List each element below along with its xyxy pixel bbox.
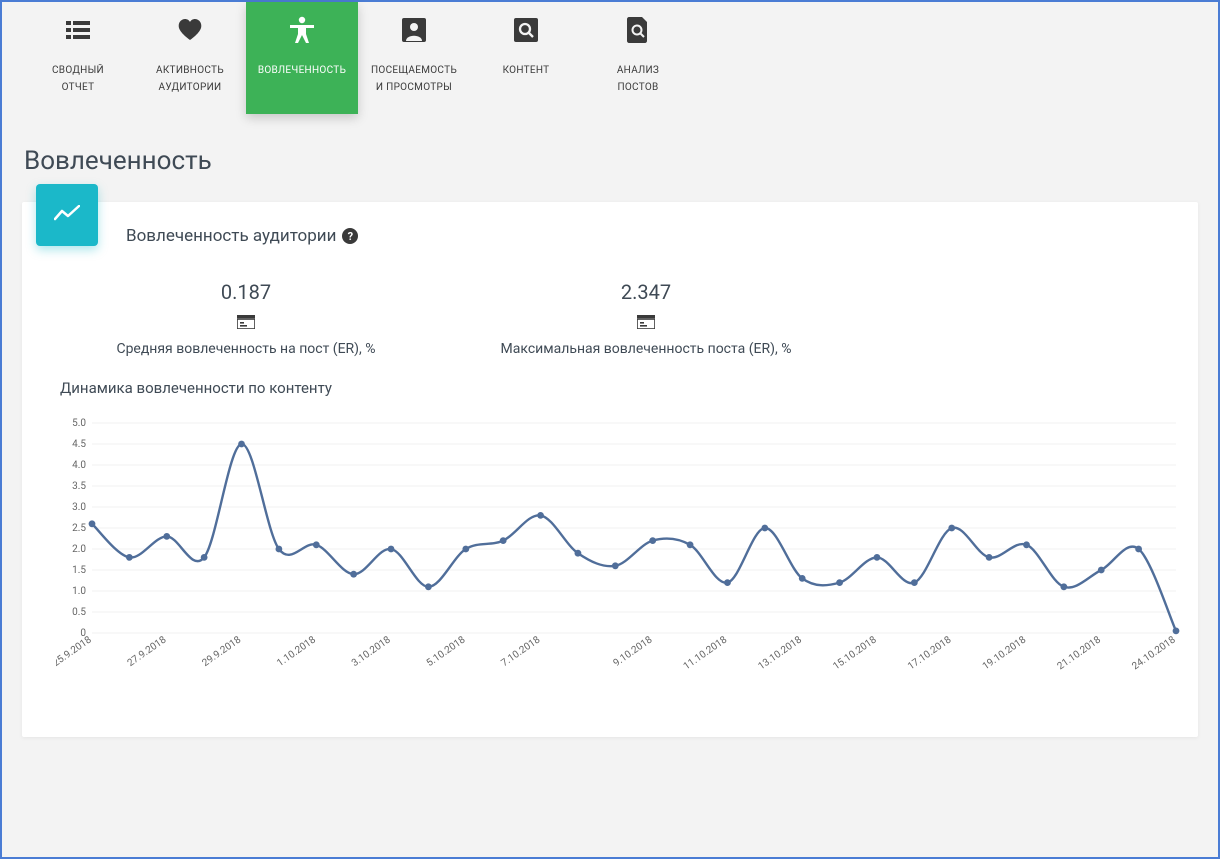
- svg-text:19.10.2018: 19.10.2018: [981, 634, 1029, 672]
- tab-visits-views[interactable]: ПОСЕЩАЕМОСТЬ И ПРОСМОТРЫ: [358, 2, 470, 114]
- accessibility-icon: [289, 16, 315, 44]
- trend-icon: [54, 205, 80, 225]
- svg-text:3.0: 3.0: [72, 502, 86, 513]
- tab-post-analysis[interactable]: АНАЛИЗ ПОСТОВ: [582, 2, 694, 114]
- card-title: Вовлеченность аудитории ?: [126, 226, 1178, 246]
- svg-text:5.10.2018: 5.10.2018: [425, 634, 468, 669]
- tab-label: СВОДНЫЙ: [52, 62, 104, 79]
- svg-text:24.10.2018: 24.10.2018: [1130, 634, 1178, 672]
- tab-label: ПОСТОВ: [617, 79, 658, 96]
- svg-text:11.10.2018: 11.10.2018: [682, 634, 730, 672]
- stats-row: 0.187 Средняя вовлеченность на пост (ER)…: [46, 280, 1178, 357]
- tab-label: ВОВЛЕЧЕННОСТЬ: [258, 62, 346, 79]
- svg-text:4.5: 4.5: [72, 439, 86, 450]
- svg-text:5.0: 5.0: [72, 418, 86, 429]
- svg-text:15.10.2018: 15.10.2018: [831, 634, 879, 672]
- zoom-square-icon: [514, 16, 538, 44]
- svg-text:1.5: 1.5: [72, 565, 86, 576]
- page-title: Вовлеченность: [24, 146, 1218, 176]
- stat-max-er: 2.347 Максимальная вовлеченность поста (…: [446, 280, 846, 357]
- engagement-chart: 00.51.01.52.02.53.03.54.04.55.025.9.2018…: [56, 413, 1186, 703]
- stat-label: Максимальная вовлеченность поста (ER), %: [446, 341, 846, 357]
- help-icon[interactable]: ?: [342, 228, 358, 244]
- tabs-bar: СВОДНЫЙ ОТЧЕТ АКТИВНОСТЬ АУДИТОРИИ ВОВЛЕ…: [2, 2, 1218, 114]
- zoom-page-icon: [627, 16, 649, 44]
- svg-text:1.10.2018: 1.10.2018: [275, 634, 318, 669]
- card-title-text: Вовлеченность аудитории: [126, 226, 336, 246]
- svg-text:3.10.2018: 3.10.2018: [350, 634, 393, 669]
- stat-avg-er: 0.187 Средняя вовлеченность на пост (ER)…: [46, 280, 446, 357]
- engagement-card: Вовлеченность аудитории ? 0.187 Средняя …: [22, 202, 1198, 737]
- svg-text:3.5: 3.5: [72, 481, 86, 492]
- tab-label: ОТЧЕТ: [62, 79, 95, 96]
- card-badge: [36, 184, 98, 246]
- tab-label: АКТИВНОСТЬ: [156, 62, 224, 79]
- stat-value: 0.187: [46, 280, 446, 304]
- card-icon: [46, 314, 446, 333]
- svg-text:0.5: 0.5: [72, 607, 86, 618]
- card-icon: [446, 314, 846, 333]
- list-icon: [66, 16, 90, 44]
- svg-text:9.10.2018: 9.10.2018: [612, 634, 655, 669]
- svg-text:21.10.2018: 21.10.2018: [1056, 634, 1104, 672]
- svg-text:25.9.2018: 25.9.2018: [56, 634, 94, 669]
- tab-label: КОНТЕНТ: [503, 62, 550, 79]
- svg-text:17.10.2018: 17.10.2018: [906, 634, 954, 672]
- tab-label: ПОСЕЩАЕМОСТЬ: [371, 62, 457, 79]
- svg-text:27.9.2018: 27.9.2018: [126, 634, 169, 669]
- person-square-icon: [402, 16, 426, 44]
- svg-text:13.10.2018: 13.10.2018: [756, 634, 804, 672]
- svg-text:7.10.2018: 7.10.2018: [499, 634, 542, 669]
- tab-label: И ПРОСМОТРЫ: [376, 79, 452, 96]
- stat-value: 2.347: [446, 280, 846, 304]
- svg-text:29.9.2018: 29.9.2018: [200, 634, 243, 669]
- tab-engagement[interactable]: ВОВЛЕЧЕННОСТЬ: [246, 2, 358, 114]
- tab-summary-report[interactable]: СВОДНЫЙ ОТЧЕТ: [22, 2, 134, 114]
- chart-title: Динамика вовлеченности по контенту: [60, 379, 1178, 397]
- svg-text:2.0: 2.0: [72, 544, 86, 555]
- stat-label: Средняя вовлеченность на пост (ER), %: [46, 341, 446, 357]
- tab-audience-activity[interactable]: АКТИВНОСТЬ АУДИТОРИИ: [134, 2, 246, 114]
- heart-icon: [178, 16, 202, 44]
- svg-text:2.5: 2.5: [72, 523, 86, 534]
- tab-label: АНАЛИЗ: [617, 62, 659, 79]
- tab-content[interactable]: КОНТЕНТ: [470, 2, 582, 114]
- svg-text:4.0: 4.0: [72, 460, 86, 471]
- tab-label: АУДИТОРИИ: [159, 79, 222, 96]
- svg-text:1.0: 1.0: [72, 586, 86, 597]
